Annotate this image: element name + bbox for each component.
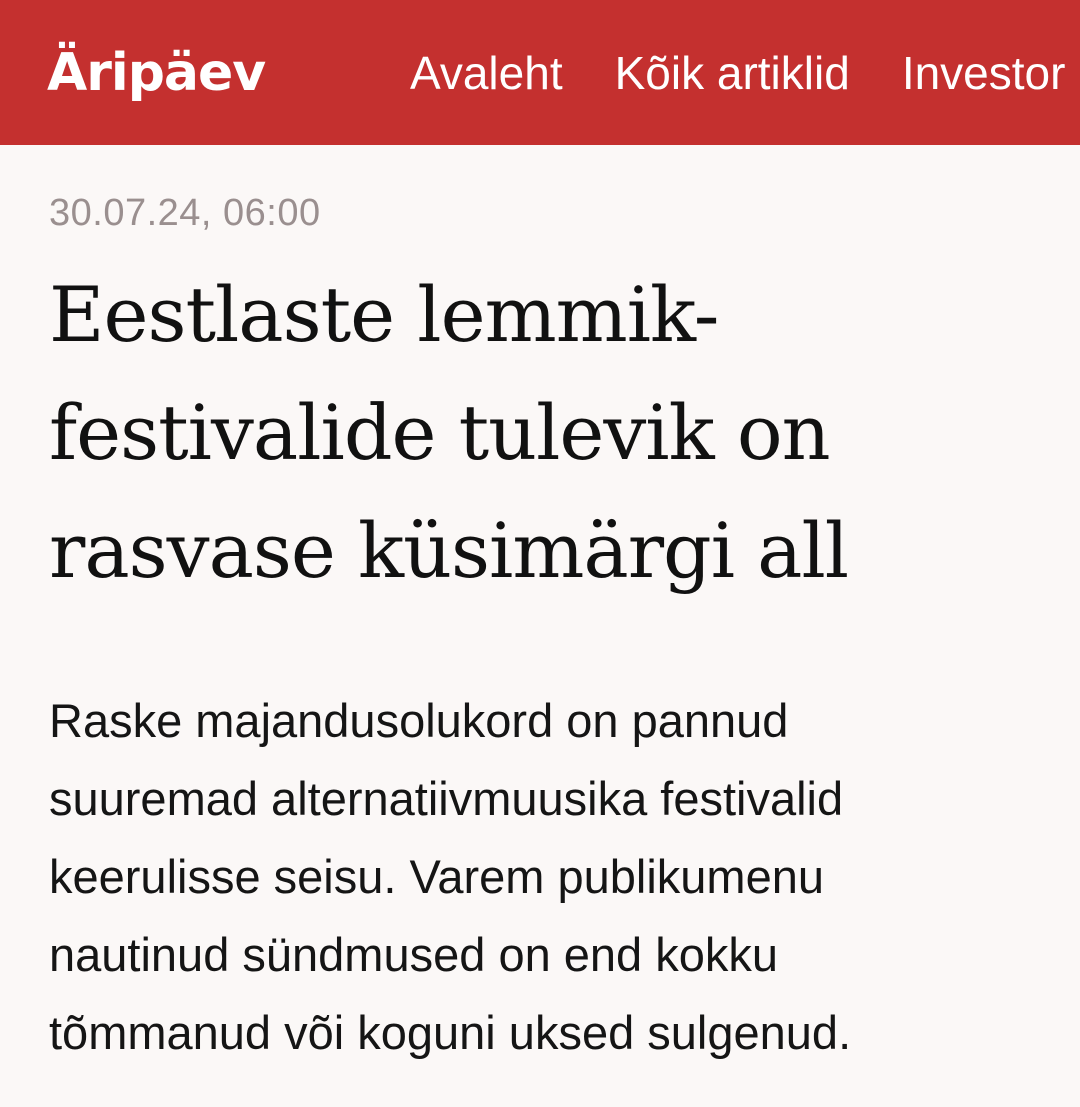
lead-line: suuremad alternatiivmuusika festivalid: [49, 772, 844, 825]
lead-line: Raske majandusolukord on pannud: [49, 694, 789, 747]
nav-item-avaleht[interactable]: Avaleht: [410, 38, 563, 108]
article-content: 30.07.24, 06:00 Eestlaste lemmik-festiva…: [49, 180, 1049, 1072]
headline-line: festivalide tulevik on: [49, 388, 831, 477]
site-header: Äripäev Avaleht Kõik artiklid Investor: [0, 0, 1080, 145]
lead-line: nautinud sündmused on end kokku: [49, 928, 779, 981]
article-headline: Eestlaste lemmik-festivalide tulevik on r…: [49, 256, 1009, 610]
main-nav: Avaleht Kõik artiklid Investor: [410, 38, 1080, 108]
lead-line: tõmmanud või koguni uksed sulgenud.: [49, 1006, 852, 1059]
headline-line: Eestlaste lemmik-: [49, 270, 719, 359]
article-date: 30.07.24, 06:00: [49, 192, 321, 234]
headline-line: rasvase küsimärgi all: [49, 506, 849, 595]
article-lead: Raske majandusolukord on pannud suuremad …: [49, 682, 1049, 1072]
nav-item-investor[interactable]: Investor: [902, 38, 1066, 108]
nav-item-koik-artiklid[interactable]: Kõik artiklid: [615, 38, 850, 108]
lead-line: keerulisse seisu. Varem publikumenu: [49, 850, 824, 903]
aripaev-logo[interactable]: Äripäev: [47, 38, 266, 108]
